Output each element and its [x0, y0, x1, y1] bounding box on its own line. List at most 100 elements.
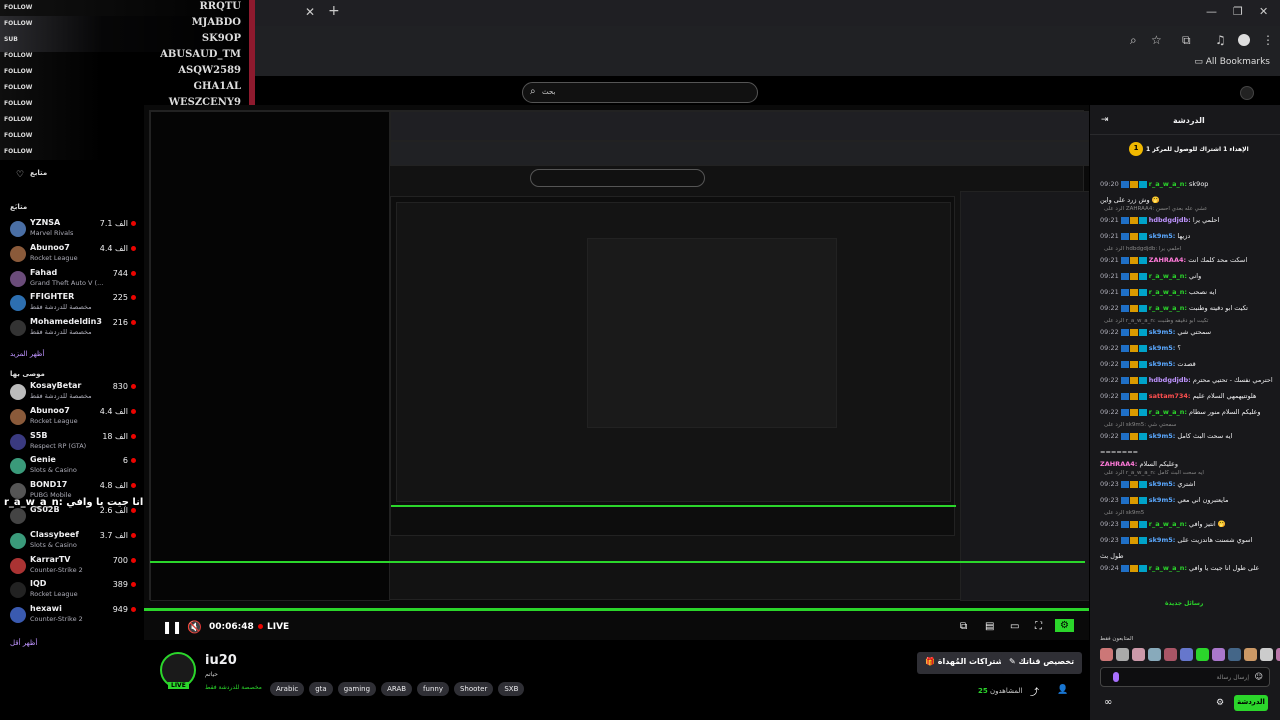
infinity-icon[interactable]: ∞ — [1104, 697, 1112, 708]
chat-username[interactable]: r_a_w_a_n: — [1149, 520, 1187, 528]
tag-chip[interactable]: gaming — [337, 682, 377, 696]
mute-icon[interactable]: 🔇 — [187, 620, 202, 634]
viewer-count-text: 389 — [112, 580, 128, 590]
chat-username[interactable]: sk9m5: — [1149, 536, 1176, 544]
sidebar-channel[interactable]: Mohamedeldin3 مخصصة للدردشة فقط 216 — [8, 316, 136, 340]
chat-input[interactable]: إرسال رسالة ☺ — [1100, 667, 1270, 687]
media-icon[interactable]: ♫ — [1215, 33, 1226, 47]
emote-icon[interactable] — [1196, 648, 1209, 661]
tag-chip[interactable]: Arabic — [270, 682, 305, 696]
emote-icon[interactable] — [1212, 648, 1225, 661]
sidebar-channel[interactable]: FFIGHTER مخصصة للدردشة فقط 225 — [8, 291, 136, 315]
fullscreen-icon[interactable]: ⛶ — [1035, 621, 1042, 632]
search-box[interactable]: ⌕ بحث — [522, 82, 758, 103]
emote-icon[interactable] — [1228, 648, 1241, 661]
sidebar-channel[interactable]: Fahad Grand Theft Auto V (... 744 — [8, 267, 136, 291]
heart-icon[interactable]: ♡ — [16, 170, 24, 180]
pinned-message[interactable]: 1 الإهداء 1 اشتراك للوصول للمركز 1 — [1100, 142, 1270, 164]
emote-icon[interactable] — [1180, 648, 1193, 661]
new-tab-button[interactable]: + — [328, 3, 340, 19]
maximize-icon[interactable]: ❐ — [1233, 5, 1243, 18]
channel-avatar[interactable]: LIVE — [160, 652, 196, 689]
chat-username[interactable]: r_a_w_a_n: — [1149, 304, 1187, 312]
emote-icon[interactable] — [1276, 648, 1280, 661]
minimize-icon[interactable]: — — [1206, 5, 1217, 18]
sidebar-channel[interactable]: YZNSA Marvel Rivals 7.1 الف — [8, 217, 136, 241]
video-player[interactable] — [144, 105, 1089, 640]
window-close-icon[interactable]: ✕ — [1259, 5, 1268, 18]
show-less-link[interactable]: أظهر أقل — [10, 639, 37, 647]
progress-bar[interactable] — [144, 608, 1089, 611]
emote-icon[interactable] — [1260, 648, 1273, 661]
sidebar-channel[interactable]: hexawi Counter-Strike 2 949 — [8, 603, 136, 627]
chat-username[interactable]: sk9m5: — [1149, 480, 1176, 488]
mic-icon[interactable] — [1113, 672, 1119, 682]
star-icon[interactable]: ☆ — [1151, 33, 1162, 47]
chat-username[interactable]: sk9m5: — [1149, 328, 1176, 336]
theatre-icon[interactable]: ▤ — [985, 621, 994, 632]
sidebar-channel[interactable]: KosayBetar مخصصة للدردشة فقط 830 — [8, 380, 136, 404]
emote-icon[interactable] — [1164, 648, 1177, 661]
sidebar-channel[interactable]: Abunoo7 Rocket League 4.4 الف — [8, 405, 136, 429]
sidebar-channel[interactable]: Abunoo7 Rocket League 4.4 الف — [8, 242, 136, 266]
extensions-icon[interactable]: ⧉ — [1182, 33, 1191, 48]
chat-username[interactable]: sattam734: — [1149, 392, 1191, 400]
sidebar-channel[interactable]: S5B Respect RP (GTA) 18 الف — [8, 430, 136, 454]
chat-settings-icon[interactable]: ⚙ — [1216, 698, 1224, 708]
user-avatar[interactable] — [1240, 86, 1254, 100]
tag-chip[interactable]: funny — [417, 682, 449, 696]
chat-username[interactable]: sk9m5: — [1149, 496, 1176, 504]
sidebar-channel[interactable]: Classybeef Slots & Casino 3.7 الف — [8, 529, 136, 553]
emote-row[interactable] — [1100, 648, 1280, 661]
show-more-link[interactable]: أظهر المزيد — [10, 350, 44, 358]
pause-icon[interactable]: ❚❚ — [162, 620, 182, 634]
emoji-icon[interactable]: ☺ — [1255, 672, 1263, 681]
emote-icon[interactable] — [1132, 648, 1145, 661]
chat-username[interactable]: sk9m5: — [1149, 344, 1176, 352]
badge-icon — [1120, 408, 1129, 416]
chat-send-button[interactable]: الدردشة — [1234, 695, 1268, 711]
collapse-chat-icon[interactable]: ⇥ — [1101, 115, 1109, 125]
chat-username[interactable]: hdbdgdjdb: — [1149, 216, 1191, 224]
chat-username[interactable]: r_a_w_a_n: — [1149, 272, 1187, 280]
profile-avatar[interactable] — [1238, 34, 1250, 46]
chat-username[interactable]: r_a_w_a_n: — [1149, 408, 1187, 416]
sidebar-channel[interactable]: KarrarTV Counter-Strike 2 700 — [8, 554, 136, 578]
emote-icon[interactable] — [1100, 648, 1113, 661]
close-tab-icon[interactable]: ✕ — [305, 5, 315, 19]
chat-username[interactable]: r_a_w_a_n: — [1149, 288, 1187, 296]
chat-username[interactable]: r_a_w_a_n: — [1149, 180, 1187, 188]
tag-chip[interactable]: SXB — [498, 682, 525, 696]
chat-username[interactable]: ZAHRAA4: — [1100, 460, 1137, 468]
tag-chip[interactable]: ARAB — [381, 682, 413, 696]
chat-username[interactable]: sk9m5: — [1149, 432, 1176, 440]
chat-username[interactable]: sk9m5: — [1149, 232, 1176, 240]
message-time: 09:22 — [1100, 360, 1119, 368]
emote-icon[interactable] — [1116, 648, 1129, 661]
sidebar-channel[interactable]: Genie Slots & Casino 6 — [8, 454, 136, 478]
chat-username[interactable]: r_a_w_a_n: — [1149, 564, 1187, 572]
settings-button[interactable]: ⚙ — [1055, 619, 1074, 632]
tag-chip[interactable]: gta — [309, 682, 333, 696]
chat-username[interactable]: sk9m5: — [1149, 360, 1176, 368]
viewer-count-text: 700 — [112, 555, 128, 565]
chat-username[interactable]: ZAHRAA4: — [1149, 256, 1186, 264]
search-input[interactable]: بحث — [542, 88, 555, 96]
search-icon[interactable]: ⌕ — [1130, 33, 1137, 48]
all-bookmarks[interactable]: ▭ All Bookmarks — [1194, 57, 1270, 67]
emote-icon[interactable] — [1244, 648, 1257, 661]
customize-button[interactable]: ✎ تخصيص قناتك — [1001, 652, 1083, 674]
tag-chip[interactable]: Shooter — [453, 682, 494, 696]
channel-category[interactable]: مخصصة للدردشة فقط — [205, 684, 262, 691]
clip-icon[interactable]: ⧉ — [960, 621, 967, 632]
channel-name[interactable]: iu20 — [205, 653, 237, 668]
chat-message: 09:20 r_a_w_a_n: sk9op — [1100, 180, 1278, 188]
emote-icon[interactable] — [1148, 648, 1161, 661]
profile-icon[interactable]: 👤 — [1057, 685, 1068, 695]
chat-username[interactable]: hdbdgdjdb: — [1149, 376, 1191, 384]
address-bar[interactable] — [255, 26, 1280, 52]
sidebar-channel[interactable]: IQD Rocket League 389 — [8, 578, 136, 602]
share-icon[interactable]: ⤴ — [1030, 685, 1039, 698]
captions-icon[interactable]: ▭ — [1010, 621, 1019, 632]
menu-icon[interactable]: ⋮ — [1262, 33, 1274, 47]
